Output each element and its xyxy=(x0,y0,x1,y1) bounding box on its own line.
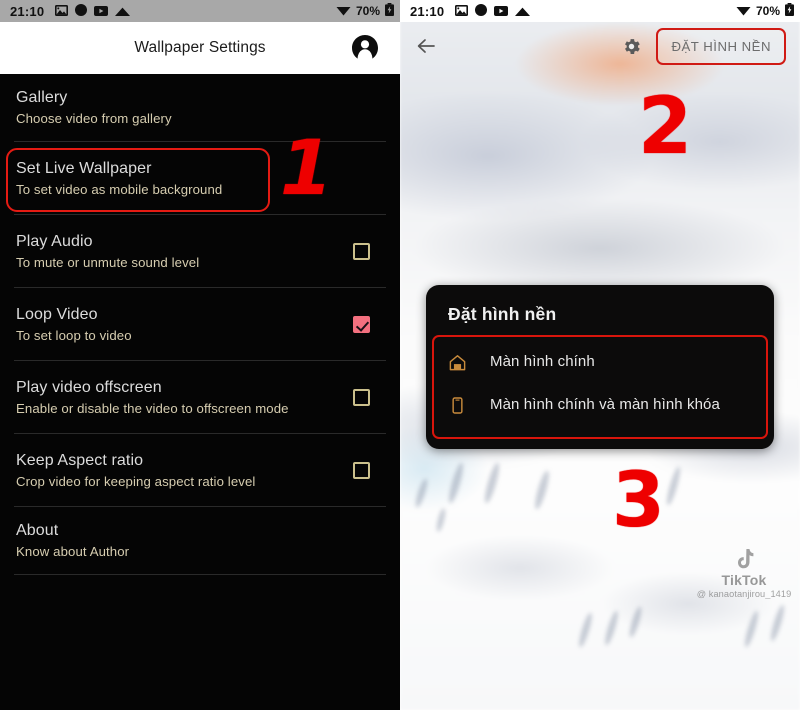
image-icon xyxy=(55,4,69,19)
status-bar-right: 21:10 70% xyxy=(400,0,800,22)
dialog-options-highlighted: Màn hình chính Màn hình chính và màn hìn… xyxy=(432,335,768,439)
battery-icon xyxy=(785,3,794,19)
row-title: Keep Aspect ratio xyxy=(16,451,144,469)
preview-toolbar: ĐẶT HÌNH NỀN xyxy=(400,22,800,70)
status-bar-notification-icons xyxy=(455,3,531,19)
dialog-title: Đặt hình nền xyxy=(448,304,557,324)
phone-icon xyxy=(448,396,470,420)
home-icon xyxy=(448,353,470,377)
tiktok-watermark: TikTok @ kanaotanjirou_1419 xyxy=(696,548,792,599)
dialog-option-label: Màn hình chính và màn hình khóa xyxy=(490,396,720,413)
account-avatar-icon[interactable] xyxy=(350,33,380,63)
status-bar-clock: 21:10 xyxy=(410,3,445,19)
set-wallpaper-dialog: Đặt hình nền Màn hình chính Màn hình chí… xyxy=(426,285,774,449)
row-subtitle: Enable or disable the video to offscreen… xyxy=(16,400,289,416)
status-bar-notification-icons xyxy=(55,3,131,19)
wifi-icon xyxy=(336,4,351,19)
annotation-number-3: 3 xyxy=(612,455,665,544)
right-phone-screen: 21:10 70% ĐẶT HÌNH NỀN 2 Đặt hình nền Mà… xyxy=(400,0,800,710)
left-phone-screen: 21:10 70% Wallpaper Settings Gallery Cho… xyxy=(0,0,400,710)
annotation-number-1: 1 xyxy=(280,123,333,212)
app-bar: Wallpaper Settings xyxy=(0,22,400,74)
status-bar-left: 21:10 70% xyxy=(0,0,400,22)
battery-percent-label: 70% xyxy=(355,4,380,18)
settings-row-loop-video[interactable]: Loop Video To set loop to video xyxy=(0,288,400,360)
record-circle-icon xyxy=(75,3,88,19)
status-bar-system-icons: 70% xyxy=(736,3,794,19)
status-bar-system-icons: 70% xyxy=(336,3,394,19)
divider xyxy=(14,574,386,576)
settings-row-keep-aspect-ratio[interactable]: Keep Aspect ratio Crop video for keeping… xyxy=(0,434,400,506)
row-title: Play video offscreen xyxy=(16,378,162,396)
checkbox-loop-video[interactable] xyxy=(353,315,370,333)
tiktok-username-label: @ kanaotanjirou_1419 xyxy=(696,589,792,599)
row-title: Loop Video xyxy=(16,305,98,323)
settings-row-play-video-offscreen[interactable]: Play video offscreen Enable or disable t… xyxy=(0,361,400,433)
row-title: Play Audio xyxy=(16,232,93,250)
dialog-option-label: Màn hình chính xyxy=(490,353,595,370)
checkbox-play-video-offscreen[interactable] xyxy=(353,388,370,406)
settings-row-set-live-wallpaper[interactable]: Set Live Wallpaper To set video as mobil… xyxy=(0,142,400,214)
set-wallpaper-button[interactable]: ĐẶT HÌNH NỀN xyxy=(656,27,786,65)
battery-percent-label: 70% xyxy=(755,4,780,18)
page-title: Wallpaper Settings xyxy=(134,39,266,56)
status-bar-clock: 21:10 xyxy=(10,3,45,19)
youtube-icon xyxy=(94,4,109,19)
row-subtitle: Crop video for keeping aspect ratio leve… xyxy=(16,473,256,489)
row-subtitle: Know about Author xyxy=(16,544,130,560)
battery-icon xyxy=(385,3,394,19)
wifi-icon xyxy=(736,4,751,19)
settings-row-play-audio[interactable]: Play Audio To mute or unmute sound level xyxy=(0,215,400,287)
row-subtitle: To mute or unmute sound level xyxy=(16,254,200,270)
cloud-icon xyxy=(515,4,531,19)
dialog-option-home-screen[interactable]: Màn hình chính xyxy=(434,343,766,386)
youtube-icon xyxy=(494,4,509,19)
row-title: Gallery xyxy=(16,89,68,106)
checkbox-play-audio[interactable] xyxy=(353,242,370,260)
back-arrow-icon[interactable] xyxy=(414,34,438,58)
row-title: About xyxy=(16,522,59,540)
row-subtitle: To set loop to video xyxy=(16,327,132,343)
image-icon xyxy=(455,4,469,19)
settings-list: Gallery Choose video from gallery Set Li… xyxy=(0,74,400,710)
settings-row-gallery[interactable]: Gallery Choose video from gallery xyxy=(0,74,400,141)
dialog-option-home-and-lock-screen[interactable]: Màn hình chính và màn hình khóa xyxy=(434,386,766,429)
cloud-icon xyxy=(115,4,131,19)
record-circle-icon xyxy=(475,3,488,19)
checkbox-keep-aspect-ratio[interactable] xyxy=(353,461,370,479)
settings-row-about[interactable]: About Know about Author xyxy=(0,507,400,574)
tiktok-note-icon xyxy=(696,548,792,574)
annotation-number-2: 2 xyxy=(638,82,693,172)
dual-screenshot-container: 21:10 70% Wallpaper Settings Gallery Cho… xyxy=(0,0,800,710)
gear-icon[interactable] xyxy=(621,36,642,57)
tiktok-brand-label: TikTok xyxy=(721,572,767,588)
